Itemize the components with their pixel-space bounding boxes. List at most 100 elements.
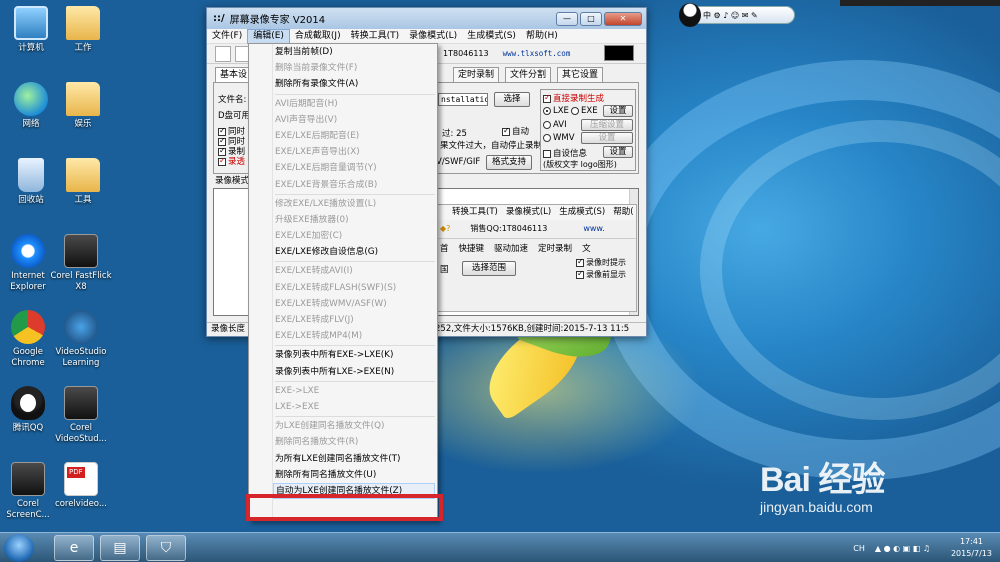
nested-menu-help: 帮助( — [613, 207, 634, 217]
menu-record-mode[interactable]: 录像模式(L) — [404, 29, 462, 44]
desktop-icon-tools-folder[interactable]: 工具 — [52, 158, 114, 206]
edit-menu-item: AVI声音导出(V) — [275, 114, 338, 125]
checkbox-transparent[interactable]: 录透 — [218, 155, 245, 167]
toolbar-website[interactable]: www.tlxsoft.com — [503, 49, 571, 58]
desktop-icon-label: Corel VideoStud... — [55, 423, 107, 444]
edit-menu-item[interactable]: 录像列表中所有LXE->EXE(N) — [275, 364, 437, 380]
desktop-icon-label: 工具 — [74, 195, 92, 205]
tray-icons[interactable]: ▲ ● ◐ ▣ ◧ ♫ — [875, 544, 930, 553]
qq-toolbar[interactable]: 中 ⚙ ♪ ☺ ✉ ✎ — [679, 3, 795, 27]
generate-options-panel: 直接录制生成 LXE EXE 设置 AVI 压缩设置 WMV 设置 自设信息 设… — [540, 89, 636, 171]
edit-menu-item: 删除当前录像文件(F) — [275, 63, 358, 74]
taskbar: e ▤ ⛉ CH ▲ ● ◐ ▣ ◧ ♫ 17:41 2015/7/13 — [0, 532, 1000, 562]
auto-checkbox[interactable]: 自动 — [502, 125, 529, 137]
desktop-icon-corel-videostudio[interactable]: Corel VideoStud... — [50, 386, 112, 445]
compress-settings-button[interactable]: 压缩设置 — [581, 119, 633, 131]
direct-record-checkbox[interactable]: 直接录制生成 — [543, 92, 604, 104]
menu-compose[interactable]: 合成截取(J) — [290, 29, 346, 44]
shield-icon: ⛉ — [160, 540, 172, 556]
minimize-button[interactable]: — — [556, 12, 578, 26]
edit-menu-item: EXE/LXE转成MP4(M) — [275, 331, 363, 342]
wmv-settings-button[interactable]: 设置 — [581, 132, 633, 144]
maximize-button[interactable]: □ — [580, 12, 602, 26]
window-title: 屏幕录像专家 V2014 — [229, 15, 326, 26]
edit-menu-item[interactable]: 删除所有录像文件(A) — [275, 76, 437, 92]
folder-icon — [66, 158, 100, 192]
desktop-icon-entertainment-folder[interactable]: 娱乐 — [52, 82, 114, 130]
clock-date: 2015/7/13 — [950, 549, 992, 558]
desktop-icon-label: corelvideo... — [55, 499, 107, 509]
edit-menu-item[interactable]: EXE/LXE修改自设信息(G) — [275, 244, 437, 260]
tab-file-split[interactable]: 文件分割 — [505, 67, 552, 83]
baidu-watermark: Bai 经验 jingyan.baidu.com — [760, 452, 885, 515]
edit-menu-item[interactable]: 复制当前帧(D) — [275, 44, 437, 60]
tab-basic-settings[interactable]: 基本设 — [215, 67, 253, 83]
desktop-icon-label: 回收站 — [18, 195, 44, 205]
watermark-url: jingyan.baidu.com — [760, 499, 873, 515]
folder-icon — [66, 6, 100, 40]
nested-check-2: 录像前显示 — [576, 269, 626, 280]
menu-convert[interactable]: 转换工具(T) — [346, 29, 405, 44]
info-settings-button[interactable]: 设置 — [603, 146, 633, 158]
taskbar-ie[interactable]: e — [54, 535, 94, 561]
nested-app-preview: 转换工具(T) 录像模式(L) 生成模式(S) 帮助( ◆? 销售QQ:1T80… — [435, 204, 637, 312]
edit-menu-dropdown: 复制当前帧(D) 删除当前录像文件(F) 删除所有录像文件(A) AVI后期配音(H)… — [248, 43, 438, 521]
start-button[interactable] — [4, 534, 34, 562]
desktop-icon-work-folder[interactable]: 工作 — [52, 6, 114, 54]
desktop-icon-videostudio-learning[interactable]: VideoStudio Learning — [50, 310, 112, 369]
radio-avi[interactable]: AVI — [543, 120, 567, 130]
folder-icon — [66, 82, 100, 116]
ie-icon — [11, 234, 45, 268]
language-indicator[interactable]: CH — [853, 544, 865, 553]
status-left: 录像长度 — [211, 324, 246, 334]
nested-url: www. — [583, 224, 605, 233]
radio-lxe[interactable]: LXE — [543, 106, 569, 116]
save-path-input[interactable]: nstallatio — [438, 93, 488, 106]
auto-info-checkbox[interactable]: 自设信息 — [543, 147, 587, 159]
edit-menu-item: EXE/LXE后期音量调节(Y) — [275, 163, 377, 174]
clock[interactable]: 17:41 2015/7/13 — [951, 536, 992, 560]
desktop-icon-corelvideo-pdf[interactable]: corelvideo... — [50, 462, 112, 510]
nested-check-1: 录像时提示 — [576, 257, 626, 268]
lxe-settings-button[interactable]: 设置 — [603, 105, 633, 117]
format-support-button[interactable]: 格式支持 — [486, 155, 532, 170]
menu-help[interactable]: 帮助(H) — [521, 29, 563, 44]
radio-wmv[interactable]: WMV — [543, 133, 575, 143]
menu-generate-mode[interactable]: 生成模式(S) — [462, 29, 521, 44]
menu-separator — [275, 261, 435, 263]
menu-separator — [275, 193, 435, 195]
drive-space-label: D盘可用 — [218, 111, 251, 121]
qq-penguin-icon — [679, 3, 701, 27]
nested-tab: 首 — [440, 244, 449, 254]
menubar: 文件(F) 编辑(E) 合成截取(J) 转换工具(T) 录像模式(L) 生成模式… — [207, 28, 646, 44]
desktop-icon-label: 腾讯QQ — [12, 423, 44, 433]
taskbar-security[interactable]: ⛉ — [146, 535, 186, 561]
nested-menu-generate-mode: 生成模式(S) — [559, 207, 606, 217]
tab-scheduled-record[interactable]: 定时录制 — [453, 67, 500, 83]
edit-menu-item: EXE/LXE转成FLASH(SWF)(S) — [275, 282, 397, 293]
select-path-button[interactable]: 选择 — [494, 92, 530, 107]
menu-edit[interactable]: 编辑(E) — [247, 28, 290, 44]
clock-time: 17:41 — [959, 537, 984, 546]
format-label: V/SWF/GIF — [436, 157, 481, 167]
taskbar-screen-recorder[interactable]: ▤ — [100, 535, 140, 561]
menu-separator — [275, 416, 435, 418]
edit-menu-item[interactable]: 为所有LXE创建同名播放文件(T) — [275, 451, 437, 467]
close-button[interactable]: ✕ — [604, 12, 642, 26]
desktop-icon-label: Internet Explorer — [10, 271, 46, 292]
radio-exe[interactable]: EXE — [571, 106, 598, 116]
edit-menu-item: EXE->LXE — [275, 385, 320, 396]
edit-menu-item[interactable]: 删除所有同名播放文件(U) — [275, 467, 437, 483]
edit-menu-item: 修改EXE/LXE播放设置(L) — [275, 198, 377, 209]
desktop-icon-corel-fastflick[interactable]: Corel FastFlick X8 — [50, 234, 112, 293]
menu-file[interactable]: 文件(F) — [207, 29, 247, 44]
computer-icon — [14, 6, 48, 40]
edit-menu-item[interactable]: 录像列表中所有EXE->LXE(K) — [275, 347, 437, 363]
tab-other-settings[interactable]: 其它设置 — [557, 67, 604, 83]
desktop-icon-label: VideoStudio Learning — [55, 347, 107, 368]
recycle-bin-icon — [18, 158, 44, 192]
new-file-icon[interactable] — [215, 45, 231, 62]
top-edge-bar — [840, 0, 1000, 6]
app-logo-icon: ::/ — [213, 13, 225, 24]
edit-menu-item: LXE->EXE — [275, 401, 320, 412]
